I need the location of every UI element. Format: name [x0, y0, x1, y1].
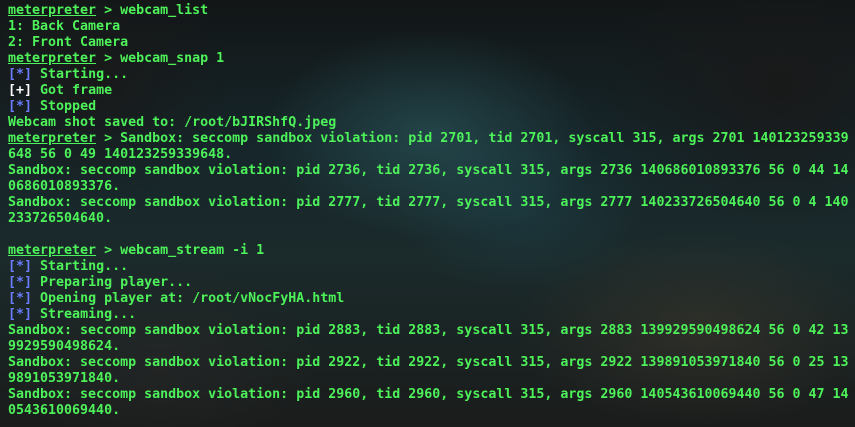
status-line: [*] Starting...	[8, 67, 851, 83]
command-text: webcam_list	[120, 3, 209, 18]
prompt-arrow: >	[96, 131, 121, 146]
status-text: Stopped	[32, 99, 97, 114]
success-marker: [+]	[8, 83, 33, 98]
status-line: [*] Opening player at: /root/vNocFyHA.ht…	[8, 291, 851, 307]
command-line: meterpreter > webcam_list	[8, 3, 851, 19]
command-line: meterpreter > webcam_stream -i 1	[8, 243, 851, 259]
info-marker: [*]	[8, 259, 33, 274]
status-text: Opening player at: /root/vNocFyHA.html	[32, 291, 345, 306]
status-text: Got frame	[32, 83, 113, 98]
status-line: [*] Stopped	[8, 99, 851, 115]
command-text: Sandbox: seccomp sandbox violation: pid …	[8, 131, 849, 162]
output-line: 1: Back Camera	[8, 19, 121, 34]
status-text: Starting...	[32, 67, 129, 82]
output-line: Sandbox: seccomp sandbox violation: pid …	[8, 195, 849, 226]
terminal-output: meterpreter > webcam_list 1: Back Camera 2…	[8, 3, 851, 419]
info-marker: [*]	[8, 307, 33, 322]
output-line: Sandbox: seccomp sandbox violation: pid …	[8, 323, 849, 354]
output-line: 2: Front Camera	[8, 35, 129, 50]
status-text: Streaming...	[32, 307, 137, 322]
output-line: Sandbox: seccomp sandbox violation: pid …	[8, 387, 849, 418]
command-line: meterpreter > Sandbox: seccomp sandbox v…	[8, 131, 851, 163]
status-line: [*] Preparing player...	[8, 275, 851, 291]
status-line: [*] Streaming...	[8, 307, 851, 323]
prompt: meterpreter	[8, 131, 97, 146]
info-marker: [*]	[8, 67, 33, 82]
output-line: Sandbox: seccomp sandbox violation: pid …	[8, 163, 849, 194]
command-line: meterpreter > webcam_snap 1	[8, 51, 851, 67]
command-text: webcam_snap 1	[120, 51, 225, 66]
info-marker: [*]	[8, 291, 33, 306]
status-line: [+] Got frame	[8, 83, 851, 99]
status-text: Starting...	[32, 259, 129, 274]
prompt: meterpreter	[8, 243, 97, 258]
prompt: meterpreter	[8, 51, 97, 66]
prompt-arrow: >	[96, 3, 121, 18]
info-marker: [*]	[8, 275, 33, 290]
status-line: [*] Starting...	[8, 259, 851, 275]
prompt-arrow: >	[96, 243, 121, 258]
output-line: Webcam shot saved to: /root/bJIRShfQ.jpe…	[8, 115, 337, 130]
info-marker: [*]	[8, 99, 33, 114]
output-line: Sandbox: seccomp sandbox violation: pid …	[8, 355, 849, 386]
command-text: webcam_stream -i 1	[120, 243, 265, 258]
prompt: meterpreter	[8, 3, 97, 18]
terminal-window[interactable]: meterpreter > webcam_list 1: Back Camera 2…	[0, 0, 855, 427]
prompt-arrow: >	[96, 51, 121, 66]
status-text: Preparing player...	[32, 275, 193, 290]
